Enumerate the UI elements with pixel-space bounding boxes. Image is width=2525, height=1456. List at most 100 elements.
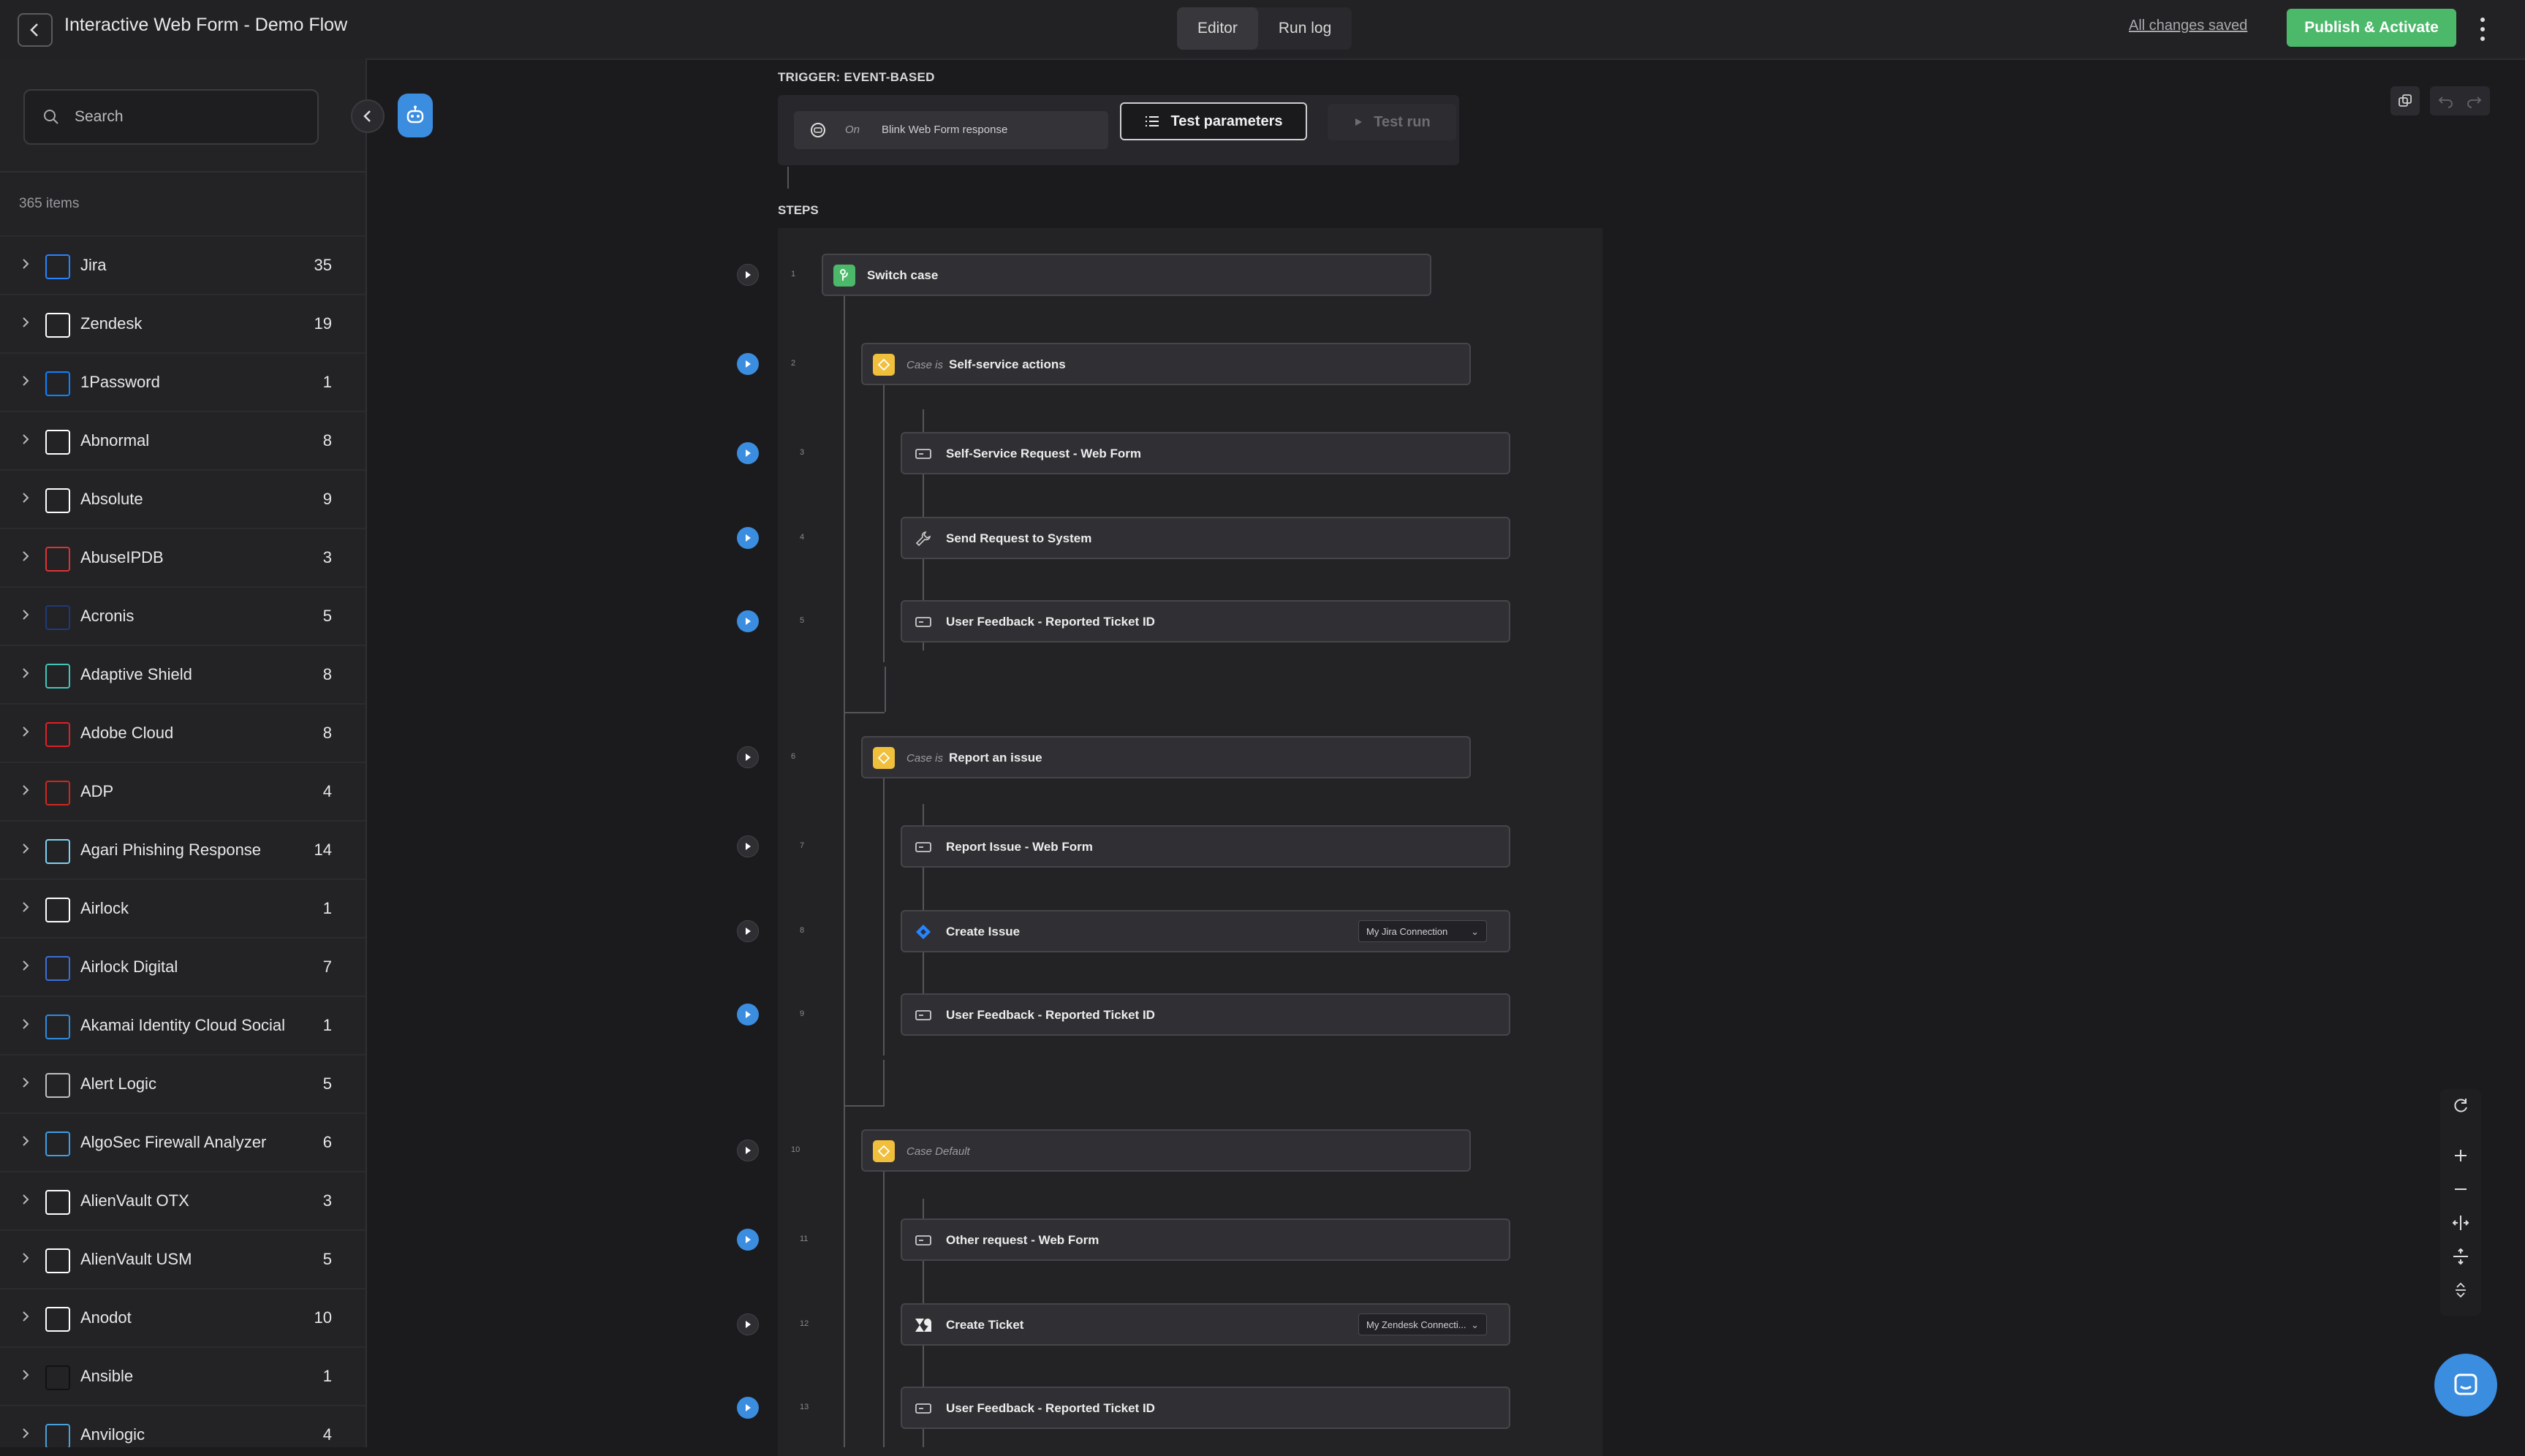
chevron-right-icon[interactable]: [19, 900, 32, 914]
step-card-9[interactable]: User Feedback - Reported Ticket ID: [901, 993, 1510, 1036]
fit-horizontal-icon[interactable]: [2440, 1206, 2481, 1240]
step-card-1[interactable]: Switch case: [822, 254, 1431, 296]
sidebar-item-algosec-firewall-analyzer[interactable]: AlgoSec Firewall Analyzer 6: [0, 1112, 366, 1171]
chevron-right-icon[interactable]: [19, 433, 32, 446]
step-card-2[interactable]: Case is Self-service actions: [861, 343, 1471, 385]
reset-view-icon[interactable]: [2440, 1089, 2481, 1123]
chevron-right-icon[interactable]: [19, 316, 32, 329]
sidebar-item-1password[interactable]: 1Password 1: [0, 352, 366, 411]
back-button[interactable]: [18, 13, 53, 47]
run-step-9-button[interactable]: [737, 1004, 759, 1025]
zoom-in-icon[interactable]: [2440, 1139, 2481, 1172]
sidebar-item-adp[interactable]: ADP 4: [0, 762, 366, 820]
sidebar-item-alert-logic[interactable]: Alert Logic 5: [0, 1054, 366, 1112]
sidebar-item-absolute[interactable]: Absolute 9: [0, 469, 366, 528]
chevron-right-icon[interactable]: [19, 1134, 32, 1148]
chevron-right-icon[interactable]: [19, 608, 32, 621]
fit-vertical-icon[interactable]: [2440, 1240, 2481, 1273]
sidebar-item-adaptive-shield[interactable]: Adaptive Shield 8: [0, 645, 366, 703]
chevron-right-icon[interactable]: [19, 1076, 32, 1089]
chevron-right-icon[interactable]: [19, 374, 32, 387]
step-card-12[interactable]: Create Ticket My Zendesk Connecti... ⌄: [901, 1303, 1510, 1346]
chevron-right-icon[interactable]: [19, 1251, 32, 1264]
step-card-11[interactable]: Other request - Web Form: [901, 1218, 1510, 1261]
run-step-5-button[interactable]: [737, 610, 759, 632]
step-card-3[interactable]: Self-Service Request - Web Form: [901, 432, 1510, 474]
redo-icon[interactable]: [2466, 93, 2482, 109]
chevron-right-icon[interactable]: [19, 257, 32, 270]
chat-support-button[interactable]: [2434, 1354, 2497, 1417]
sidebar-item-label: Agari Phishing Response: [80, 841, 262, 859]
sidebar-item-abuseipdb[interactable]: AbuseIPDB 3: [0, 528, 366, 586]
trigger-event[interactable]: On Blink Web Form response: [794, 111, 1108, 149]
run-step-11-button[interactable]: [737, 1229, 759, 1251]
undo-icon[interactable]: [2438, 93, 2454, 109]
collapse-sidebar-button[interactable]: [351, 99, 385, 133]
run-step-3-button[interactable]: [737, 442, 759, 464]
step-card-6[interactable]: Case is Report an issue: [861, 736, 1471, 778]
sidebar-item-anvilogic[interactable]: Anvilogic 4: [0, 1405, 366, 1447]
sidebar-item-count: 1: [322, 899, 332, 917]
connection-select[interactable]: My Zendesk Connecti... ⌄: [1358, 1313, 1487, 1335]
chevron-right-icon[interactable]: [19, 550, 32, 563]
save-status[interactable]: All changes saved: [2129, 18, 2247, 34]
tab-run-log[interactable]: Run log: [1258, 7, 1352, 50]
run-step-4-button[interactable]: [737, 527, 759, 549]
sidebar-item-abnormal[interactable]: Abnormal 8: [0, 411, 366, 469]
publish-activate-button[interactable]: Publish & Activate: [2287, 9, 2456, 47]
chevron-right-icon[interactable]: [19, 959, 32, 972]
chevron-right-icon[interactable]: [19, 725, 32, 738]
chevron-right-icon[interactable]: [19, 1310, 32, 1323]
run-step-1-button[interactable]: [737, 264, 759, 286]
sidebar-item-jira[interactable]: Jira 35: [0, 235, 366, 294]
sidebar-item-zendesk[interactable]: Zendesk 19: [0, 294, 366, 352]
sidebar-item-alienvault-usm[interactable]: AlienVault USM 5: [0, 1229, 366, 1288]
connector: [787, 167, 789, 189]
chevron-right-icon[interactable]: [19, 1368, 32, 1381]
sidebar-item-alienvault-otx[interactable]: AlienVault OTX 3: [0, 1171, 366, 1229]
chevron-right-icon[interactable]: [19, 1193, 32, 1206]
sidebar-item-airlock[interactable]: Airlock 1: [0, 879, 366, 937]
zoom-out-icon[interactable]: [2440, 1172, 2481, 1206]
sidebar-item-ansible[interactable]: Ansible 1: [0, 1346, 366, 1405]
step-card-13[interactable]: User Feedback - Reported Ticket ID: [901, 1387, 1510, 1429]
sidebar-item-count: 9: [322, 490, 332, 508]
run-step-8-button[interactable]: [737, 920, 759, 942]
sidebar-item-anodot[interactable]: Anodot 10: [0, 1288, 366, 1346]
sidebar-item-akamai-identity-cloud-social[interactable]: Akamai Identity Cloud Social 1: [0, 996, 366, 1054]
run-step-2-button[interactable]: [737, 353, 759, 375]
sidebar-item-label: 1Password: [80, 373, 160, 391]
step-card-7[interactable]: Report Issue - Web Form: [901, 825, 1510, 868]
chevron-right-icon[interactable]: [19, 842, 32, 855]
chevron-right-icon[interactable]: [19, 1427, 32, 1440]
search-input[interactable]: Search: [23, 89, 319, 145]
step-card-4[interactable]: Send Request to System: [901, 517, 1510, 559]
tab-editor[interactable]: Editor: [1177, 7, 1258, 50]
step-card-8[interactable]: Create Issue My Jira Connection ⌄: [901, 910, 1510, 952]
test-parameters-button[interactable]: Test parameters: [1120, 102, 1307, 140]
sidebar-item-adobe-cloud[interactable]: Adobe Cloud 8: [0, 703, 366, 762]
run-step-13-button[interactable]: [737, 1397, 759, 1419]
run-step-6-button[interactable]: [737, 746, 759, 768]
zendesk-icon: [915, 1319, 931, 1332]
chevron-right-icon[interactable]: [19, 667, 32, 680]
sidebar-item-acronis[interactable]: Acronis 5: [0, 586, 366, 645]
duplicate-button[interactable]: [2390, 86, 2420, 115]
test-run-button[interactable]: Test run: [1328, 104, 1456, 140]
more-options-icon[interactable]: [2475, 15, 2490, 44]
sidebar-item-agari-phishing-response[interactable]: Agari Phishing Response 14: [0, 820, 366, 879]
connection-select[interactable]: My Jira Connection ⌄: [1358, 920, 1487, 942]
airlock-digital-icon: [45, 956, 70, 981]
run-step-10-button[interactable]: [737, 1140, 759, 1161]
collapse-all-icon[interactable]: [2440, 1273, 2481, 1307]
chevron-right-icon[interactable]: [19, 1017, 32, 1031]
chevron-right-icon[interactable]: [19, 491, 32, 504]
step-icon: [873, 354, 895, 376]
step-card-10[interactable]: Case Default: [861, 1129, 1471, 1172]
run-step-7-button[interactable]: [737, 835, 759, 857]
run-step-12-button[interactable]: [737, 1313, 759, 1335]
chevron-right-icon[interactable]: [19, 784, 32, 797]
sidebar-item-airlock-digital[interactable]: Airlock Digital 7: [0, 937, 366, 996]
step-card-5[interactable]: User Feedback - Reported Ticket ID: [901, 600, 1510, 642]
ai-assistant-button[interactable]: [398, 94, 433, 137]
